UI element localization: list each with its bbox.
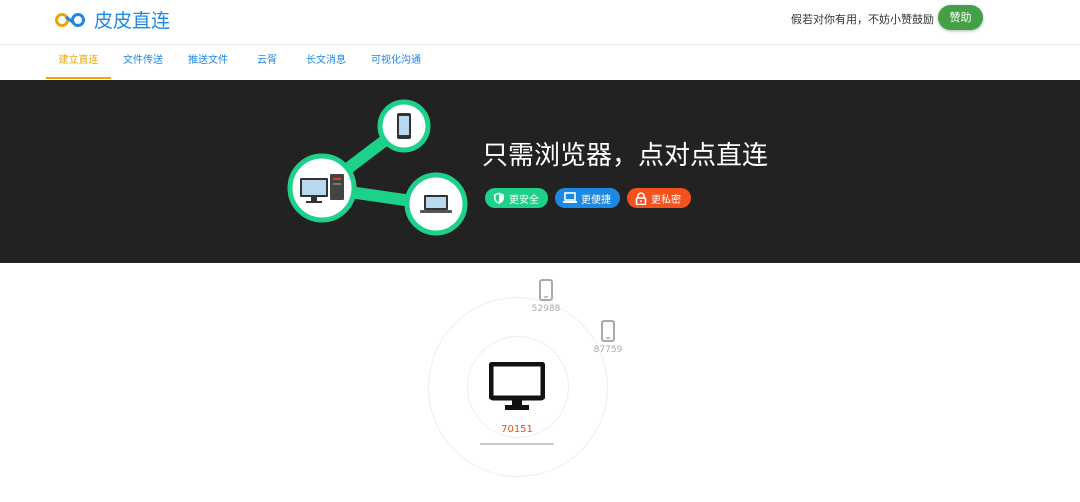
- phone-icon: [601, 320, 615, 342]
- tab-long-message[interactable]: 长文消息: [298, 45, 354, 79]
- support-button[interactable]: 赞助: [938, 5, 983, 30]
- badge-convenient: 更便捷: [555, 188, 620, 208]
- badge-private: 更私密: [627, 188, 691, 208]
- tab-connect[interactable]: 建立直连: [46, 45, 111, 79]
- tab-cloud[interactable]: 云胥: [248, 45, 286, 79]
- badge-secure-label: 更安全: [509, 194, 539, 206]
- logo[interactable]: 皮皮直连: [54, 6, 170, 33]
- logo-icon: [55, 12, 85, 27]
- badge-private-label: 更私密: [651, 194, 681, 206]
- share-network-illustration: [287, 99, 468, 236]
- logo-text: 皮皮直连: [94, 10, 171, 32]
- peer-id: 87759: [593, 345, 623, 355]
- my-device-id: 70151: [501, 424, 533, 435]
- peer-id: 52988: [531, 304, 561, 314]
- peer-device[interactable]: 52988: [526, 279, 566, 314]
- badge-secure: 更安全: [485, 188, 548, 208]
- nav-tabs: 建立直连 文件传送 推送文件 云胥 长文消息 可视化沟通: [0, 45, 1080, 79]
- phone-icon: [539, 279, 553, 301]
- laptop-icon: [563, 192, 577, 203]
- id-underline: [480, 443, 554, 445]
- support-text: 假若对你有用，不妨小赞鼓励: [791, 13, 934, 26]
- tab-file-transfer[interactable]: 文件传送: [114, 45, 172, 79]
- badge-convenient-label: 更便捷: [581, 194, 611, 206]
- hero-banner: 只需浏览器，点对点直连 更安全 更便捷 更私密: [0, 80, 1080, 263]
- peer-device[interactable]: 87759: [588, 320, 628, 355]
- tab-visual-chat[interactable]: 可视化沟通: [364, 45, 428, 79]
- tab-push-file[interactable]: 推送文件: [180, 45, 236, 79]
- top-bar: 皮皮直连 假若对你有用，不妨小赞鼓励 赞助: [0, 0, 1080, 45]
- hero-title: 只需浏览器，点对点直连: [482, 141, 769, 171]
- shield-icon: [494, 192, 504, 204]
- monitor-icon: [489, 362, 545, 410]
- lock-icon: [635, 191, 647, 205]
